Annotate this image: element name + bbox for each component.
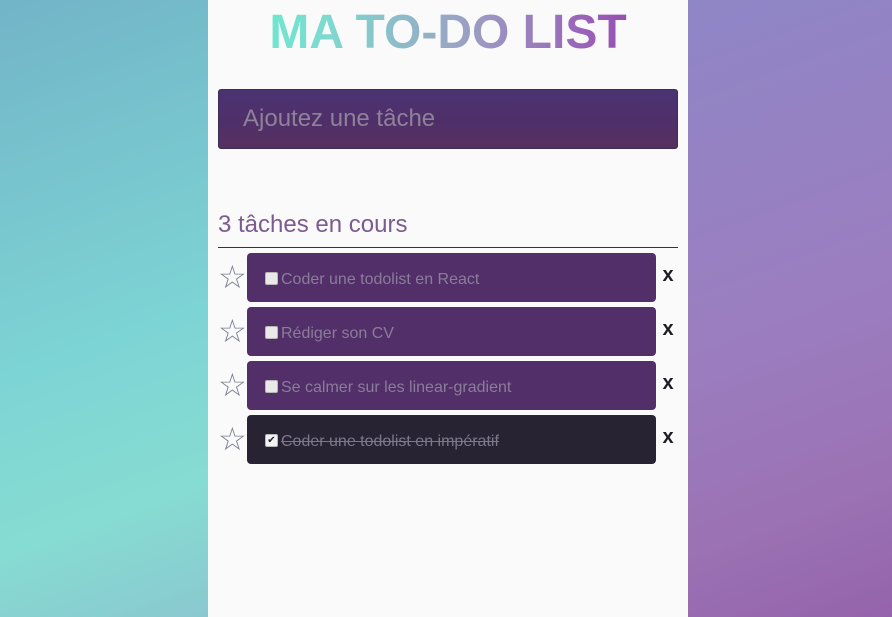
star-icon[interactable]: ☆ <box>218 257 247 297</box>
delete-task-button[interactable]: x <box>661 371 675 395</box>
task-card: Rédiger son CV <box>247 307 656 356</box>
task-row: ☆ Se calmer sur les linear-gradient x <box>218 361 678 415</box>
task-checkbox[interactable] <box>265 272 278 285</box>
task-label: Se calmer sur les linear-gradient <box>281 378 512 396</box>
task-checkbox[interactable] <box>265 326 278 339</box>
page-title: MA TO-DO LIST <box>208 6 688 60</box>
task-row: ☆ ✔ Coder une todolist en impératif x <box>218 415 678 469</box>
task-checkbox-checked[interactable]: ✔ <box>265 434 278 447</box>
star-icon[interactable]: ☆ <box>218 311 247 351</box>
task-card: Se calmer sur les linear-gradient <box>247 361 656 410</box>
task-card: Coder une todolist en React <box>247 253 656 302</box>
delete-task-button[interactable]: x <box>661 425 675 449</box>
delete-task-button[interactable]: x <box>661 263 675 287</box>
task-label: Coder une todolist en React <box>281 270 480 288</box>
task-label: Coder une todolist en impératif <box>281 432 499 450</box>
task-list: ☆ Coder une todolist en React x ☆ Rédige… <box>218 253 678 469</box>
todo-panel: MA TO-DO LIST 3 tâches en cours ☆ Coder … <box>208 0 688 617</box>
background-right <box>688 0 892 617</box>
task-count: 3 tâches en cours <box>218 210 678 248</box>
star-icon[interactable]: ☆ <box>218 419 247 459</box>
star-icon[interactable]: ☆ <box>218 365 247 405</box>
task-input[interactable] <box>218 89 678 149</box>
task-checkbox[interactable] <box>265 380 278 393</box>
background-left <box>0 0 208 617</box>
task-card-done: ✔ Coder une todolist en impératif <box>247 415 656 464</box>
task-row: ☆ Coder une todolist en React x <box>218 253 678 307</box>
task-row: ☆ Rédiger son CV x <box>218 307 678 361</box>
task-label: Rédiger son CV <box>281 324 394 342</box>
delete-task-button[interactable]: x <box>661 317 675 341</box>
